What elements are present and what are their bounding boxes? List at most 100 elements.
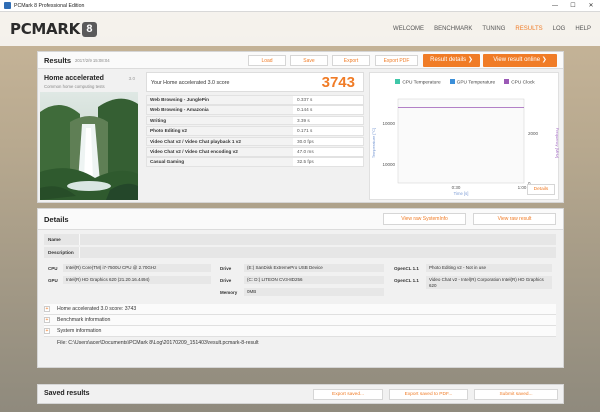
- expand-system-info-row[interactable]: + System information: [44, 326, 556, 337]
- test-subtitle: Common home computing tests: [44, 84, 105, 89]
- nav-log[interactable]: LOG: [553, 26, 566, 32]
- view-raw-sysinfo-button[interactable]: View raw SystemInfo: [383, 213, 466, 225]
- monitoring-chart: CPU Temperature GPU Temperature CPU Cloc…: [369, 72, 560, 200]
- results-header: Results 2017/2/9 15:08:04 Load Save Expo…: [38, 52, 563, 69]
- subscore-name: Web Browsing - Amazonia: [147, 106, 293, 115]
- x-axis-label: Time [s]: [454, 191, 469, 196]
- subscore-row: Video Chat v2 / Video Chat playback 1 v2…: [146, 136, 364, 147]
- opencl-value: Photo Editing v2 - Not in use: [426, 264, 552, 272]
- subscore-name: Web Browsing - JunglePin: [147, 96, 293, 104]
- test-version: 3.0: [128, 76, 135, 81]
- opencl-label: OpenCL 1.1: [394, 278, 419, 283]
- memory-label: Memory: [220, 290, 238, 295]
- drive-value: (E:) SanDisk ExtremePro USB Device: [244, 264, 384, 272]
- drive-label: Drive: [220, 278, 232, 283]
- load-button[interactable]: Load: [248, 55, 286, 66]
- logo-text: PCMARK: [10, 20, 80, 38]
- drive-value: (C: D:) LITEON CV3-8D256: [244, 276, 384, 284]
- cpu-label: CPU: [48, 266, 58, 271]
- results-timestamp: 2017/2/9 15:08:04: [75, 58, 110, 63]
- y-left-tick: 10000: [382, 162, 395, 167]
- subscore-value: 0.171 s: [297, 128, 313, 134]
- export-button[interactable]: Export: [332, 55, 370, 66]
- result-file-path: File: C:\Users\acer\Documents\PCMark 8\L…: [57, 340, 259, 346]
- name-field: Name: [44, 234, 556, 245]
- cpu-value: Intel(R) Core(TM) i7-7500U CPU @ 2.70GHz: [63, 264, 211, 272]
- nav-benchmark[interactable]: BENCHMARK: [434, 26, 472, 32]
- test-name: Home accelerated: [44, 75, 104, 82]
- gpu-label: GPU: [48, 278, 58, 283]
- subscore-value: 47.0 ms: [297, 148, 314, 154]
- maximize-button[interactable]: ☐: [564, 0, 582, 12]
- nav-help[interactable]: HELP: [575, 26, 591, 32]
- expand-score-row[interactable]: + Home accelerated 3.0 score: 3743: [44, 304, 556, 315]
- memory-value: 0MB: [244, 288, 384, 296]
- logo-badge: 8: [81, 21, 97, 37]
- nav-welcome[interactable]: WELCOME: [393, 26, 424, 32]
- subscore-list: Web Browsing - JunglePin 0.337 s Web Brow…: [146, 95, 364, 168]
- subscore-name: Video Chat v2 / Video Chat playback 1 v2: [147, 137, 293, 146]
- details-header: Details View raw SystemInfo View raw res…: [38, 209, 563, 230]
- subscore-value: 3.39 s: [297, 117, 310, 123]
- subscore-value: 0.144 s: [297, 107, 313, 113]
- expand-icon[interactable]: +: [44, 306, 50, 312]
- y-left-tick: 10000: [382, 121, 395, 126]
- subscore-name: Photo Editing v2: [147, 127, 293, 135]
- export-saved-button[interactable]: Export saved...: [313, 389, 383, 400]
- nav-results[interactable]: RESULTS: [515, 26, 542, 32]
- export-saved-pdf-button[interactable]: Export saved to PDF...: [389, 389, 468, 400]
- subscore-value: 32.5 fps: [297, 159, 314, 165]
- expand-icon[interactable]: +: [44, 328, 50, 334]
- y-right-label: Frequency [MHz]: [555, 128, 560, 158]
- subscore-name: Writing: [147, 116, 293, 125]
- plot-frame: [397, 98, 525, 184]
- subscore-value: 30.0 fps: [297, 138, 314, 144]
- waterfall-image: [40, 92, 138, 200]
- score-value: 3743: [321, 74, 355, 91]
- test-card: Home accelerated 3.0 Common home computi…: [40, 72, 138, 200]
- result-details-button[interactable]: Result details ❯: [423, 54, 480, 67]
- score-label: Your Home accelerated 3.0 score: [151, 80, 230, 86]
- submit-saved-button[interactable]: Submit saved...: [474, 389, 558, 400]
- subscore-row: Web Browsing - JunglePin 0.337 s: [146, 95, 364, 105]
- opencl-label: OpenCL 1.1: [394, 266, 419, 271]
- chart-plot: Temperature [°C] Frequency [MHz] 10000 1…: [371, 98, 560, 196]
- opencl-value: Video Chat v2 - Intel(R) Corporation Int…: [426, 276, 552, 290]
- app-header: PCMARK 8 WELCOME BENCHMARK TUNING RESULT…: [0, 12, 600, 46]
- saved-results-title: Saved results: [44, 390, 90, 397]
- view-result-online-button[interactable]: View result online ❯: [483, 54, 557, 67]
- subscore-row: Writing 3.39 s: [146, 115, 364, 126]
- x-tick: 1:00: [518, 185, 527, 190]
- minimize-button[interactable]: —: [546, 0, 564, 12]
- results-title: Results: [44, 56, 72, 65]
- nav-tuning[interactable]: TUNING: [482, 26, 505, 32]
- view-raw-result-button[interactable]: View raw result: [473, 213, 556, 225]
- expand-benchmark-info-row[interactable]: + Benchmark information: [44, 315, 556, 326]
- main-nav: WELCOME BENCHMARK TUNING RESULTS LOG HEL…: [393, 26, 591, 32]
- chart-details-button[interactable]: Details: [527, 184, 555, 195]
- drive-label: Drive: [220, 266, 232, 271]
- app-icon: [4, 2, 11, 9]
- y-right-tick: 2000: [528, 131, 539, 136]
- subscore-value: 0.337 s: [297, 97, 313, 102]
- window-title: PCMark 8 Professional Edition: [14, 2, 85, 9]
- pcmark-logo: PCMARK 8: [10, 20, 97, 38]
- subscore-name: Casual Gaming: [147, 158, 293, 166]
- save-button[interactable]: Save: [290, 55, 328, 66]
- details-title: Details: [44, 215, 69, 224]
- close-button[interactable]: ✕: [582, 0, 600, 12]
- description-field: Description: [44, 247, 556, 258]
- score-box: Your Home accelerated 3.0 score 3743: [146, 72, 364, 92]
- y-left-label: Temperature [°C]: [371, 128, 376, 158]
- saved-results-panel: Saved results Export saved... Export sav…: [37, 384, 564, 404]
- subscore-name: Video Chat v2 / Video Chat encoding v2: [147, 147, 293, 156]
- system-info: CPU Intel(R) Core(TM) i7-7500U CPU @ 2.7…: [44, 264, 564, 300]
- subscore-row: Web Browsing - Amazonia 0.144 s: [146, 105, 364, 116]
- x-tick: 0:30: [452, 185, 461, 190]
- window-titlebar: PCMark 8 Professional Edition — ☐ ✕: [0, 0, 600, 12]
- subscore-row: Casual Gaming 32.5 fps: [146, 157, 364, 167]
- subscore-row: Photo Editing v2 0.171 s: [146, 126, 364, 136]
- export-pdf-button[interactable]: Export PDF: [375, 55, 418, 66]
- gpu-value: Intel(R) HD Graphics 620 (21.20.16.4494): [63, 276, 211, 284]
- expand-icon[interactable]: +: [44, 317, 50, 323]
